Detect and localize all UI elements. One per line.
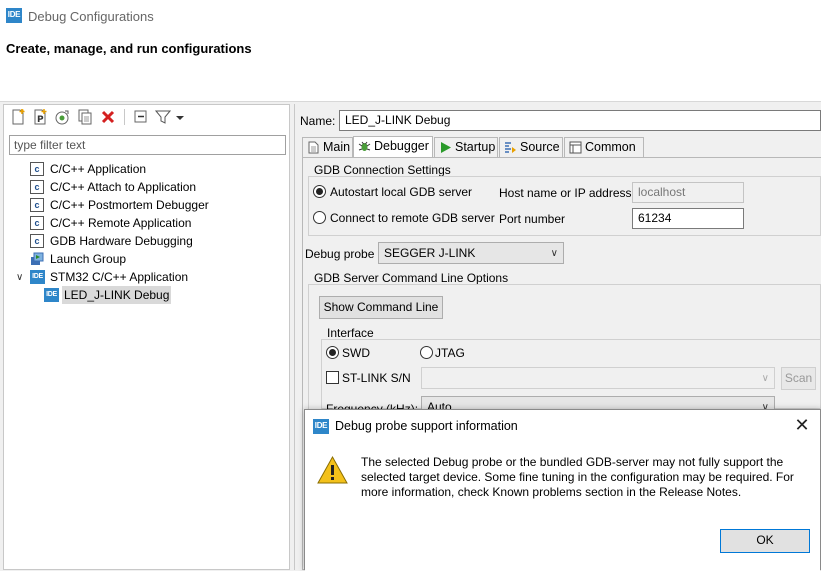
svg-text:P: P: [37, 115, 44, 125]
port-field[interactable]: 61234: [632, 208, 744, 229]
autostart-radio[interactable]: [313, 185, 326, 198]
ide-icon: IDE: [30, 270, 45, 284]
c-config-icon: c: [30, 234, 44, 248]
port-label: Port number: [499, 212, 566, 226]
probe-support-dialog: IDE Debug probe support information ✕ Th…: [304, 409, 821, 571]
window-titlebar: IDE Debug Configurations: [0, 0, 821, 32]
delete-icon[interactable]: [100, 109, 116, 125]
stlink-sn-label: ST-LINK S/N: [342, 371, 411, 385]
tab-main[interactable]: Main: [302, 137, 353, 157]
autostart-label: Autostart local GDB server: [330, 185, 473, 199]
toolbar-separator: [124, 109, 125, 125]
view-menu-icon[interactable]: [175, 109, 185, 125]
host-field[interactable]: localhost: [632, 182, 744, 203]
dialog-header: Create, manage, and run configurations: [0, 32, 821, 102]
dialog-title: Debug probe support information: [335, 419, 518, 433]
jtag-radio[interactable]: [420, 346, 433, 359]
debug-probe-label: Debug probe: [305, 247, 375, 261]
jtag-label: JTAG: [435, 346, 465, 360]
filter-input[interactable]: [9, 135, 286, 155]
warning-icon: [317, 455, 348, 484]
swd-radio[interactable]: [326, 346, 339, 359]
remote-radio[interactable]: [313, 211, 326, 224]
ide-app-icon: IDE: [6, 8, 22, 23]
dialog-titlebar: IDE Debug probe support information ✕: [305, 410, 820, 442]
name-field[interactable]: LED_J-LINK Debug: [339, 110, 821, 131]
c-config-icon: c: [30, 162, 44, 176]
window-title: Debug Configurations: [28, 9, 154, 24]
duplicate-icon[interactable]: [77, 109, 93, 125]
tab-source[interactable]: Source: [499, 137, 563, 157]
common-icon: [569, 141, 582, 154]
ide-icon: IDE: [44, 288, 59, 302]
page-title: Create, manage, and run configurations: [6, 41, 252, 56]
stlink-sn-checkbox[interactable]: [326, 371, 339, 384]
chevron-down-icon: ∨: [550, 248, 558, 259]
bug-icon: [358, 141, 371, 151]
tab-debugger[interactable]: Debugger: [353, 136, 433, 158]
name-label: Name:: [300, 114, 336, 128]
scan-button[interactable]: Scan: [781, 367, 816, 390]
dialog-message: The selected Debug probe or the bundled …: [361, 455, 794, 499]
gdb-connection-title: GDB Connection Settings: [314, 163, 451, 177]
gdb-server-options-title: GDB Server Command Line Options: [314, 271, 509, 285]
source-icon: [505, 142, 516, 153]
tab-common[interactable]: Common: [564, 137, 644, 157]
ok-button[interactable]: OK: [720, 529, 810, 553]
launch-group-icon: [31, 252, 44, 265]
filter-icon[interactable]: [155, 109, 171, 125]
configuration-tree-panel: P c C/C++ Application c C/C++ Attach to …: [3, 104, 290, 570]
host-label: Host name or IP address: [499, 186, 632, 200]
close-icon[interactable]: ✕: [790, 414, 814, 438]
interface-title: Interface: [327, 326, 374, 340]
remote-label: Connect to remote GDB server: [330, 211, 495, 225]
new-config-icon[interactable]: [10, 109, 26, 125]
collapse-all-icon[interactable]: [133, 109, 149, 125]
ide-app-icon: IDE: [313, 419, 329, 434]
chevron-down-icon: ∨: [761, 373, 769, 384]
tab-startup[interactable]: Startup: [434, 137, 498, 157]
c-config-icon: c: [30, 216, 44, 230]
document-icon: [308, 141, 319, 154]
tree-toolbar: P: [4, 105, 289, 129]
c-config-icon: c: [30, 180, 44, 194]
export-icon[interactable]: [54, 109, 70, 125]
c-config-icon: c: [30, 198, 44, 212]
chevron-down-icon[interactable]: ∨: [16, 272, 23, 283]
swd-label: SWD: [342, 346, 370, 360]
stlink-sn-select[interactable]: ∨: [421, 367, 775, 389]
play-icon: [441, 142, 451, 153]
show-command-line-button[interactable]: Show Command Line: [319, 296, 443, 319]
debug-probe-select[interactable]: SEGGER J-LINK ∨: [378, 242, 564, 264]
new-prototype-icon[interactable]: P: [32, 109, 48, 125]
